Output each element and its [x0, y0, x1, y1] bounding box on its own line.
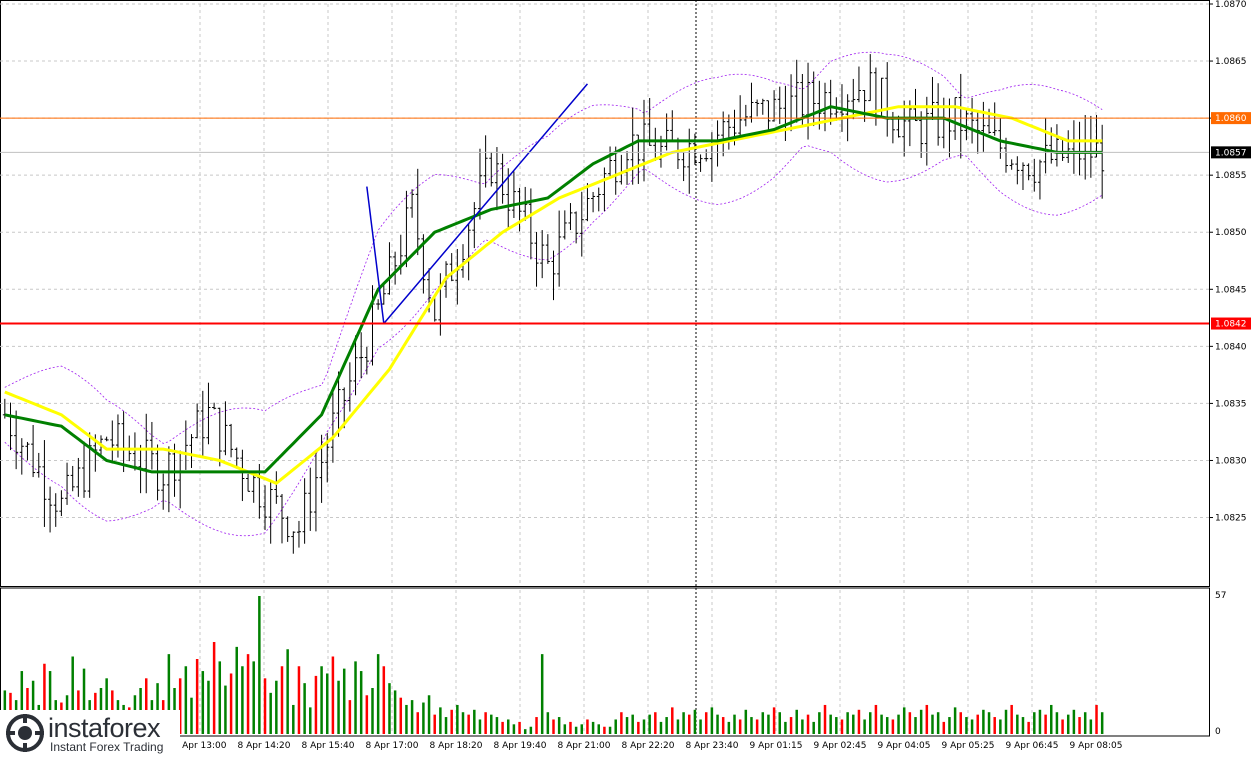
trendline — [383, 83, 589, 325]
time-tick-label: 8 Apr 13:00 — [174, 741, 227, 751]
time-tick-label: 9 Apr 05:25 — [942, 741, 995, 751]
time-tick-label: 9 Apr 01:15 — [750, 741, 803, 751]
price-tick-label: 1.0845 — [1215, 285, 1247, 295]
price-tick-label: 1.0835 — [1215, 399, 1247, 409]
bollinger-lower — [4, 145, 1103, 537]
price-tick-label: 1.0830 — [1215, 456, 1247, 466]
price-level-label: 1.0860 — [1215, 114, 1247, 124]
time-tick-label: 8 Apr 18:20 — [430, 741, 483, 751]
current-price-label: 1.0857 — [1215, 148, 1247, 158]
volume-pane-frame — [0, 587, 1210, 737]
price-tick-label: 1.0840 — [1215, 342, 1247, 352]
brand-name: instaforex — [48, 713, 161, 743]
time-tick-label: 9 Apr 02:45 — [814, 741, 867, 751]
price-level-label: 1.0842 — [1215, 320, 1247, 330]
time-tick-label: 9 Apr 08:05 — [1070, 741, 1123, 751]
volume-max-label: 57 — [1215, 591, 1226, 601]
time-tick-label: 8 Apr 21:00 — [558, 741, 611, 751]
price-chart: 1.0870 1.0865 1.0860 1.0855 1.0850 1.0845 1.08… — [0, 0, 1253, 757]
time-tick-label: 9 Apr 06:45 — [1006, 741, 1059, 751]
time-tick-label: 8 Apr 23:40 — [686, 741, 739, 751]
time-tick-label: 8 Apr 17:00 — [366, 741, 419, 751]
price-tick-label: 1.0850 — [1215, 228, 1247, 238]
time-tick-label: 9 Apr 04:05 — [878, 741, 931, 751]
brand-tagline: Instant Forex Trading — [50, 740, 164, 754]
chart-canvas: 1.0870 1.0865 1.0860 1.0855 1.0850 1.0845 1.08… — [0, 0, 1251, 751]
price-tick-label: 1.0865 — [1215, 57, 1247, 67]
price-tick-label: 1.0825 — [1215, 514, 1247, 524]
time-tick-label: 8 Apr 19:40 — [494, 741, 547, 751]
time-tick-label: 8 Apr 22:20 — [622, 741, 675, 751]
price-tick-label: 1.0855 — [1215, 171, 1247, 181]
instaforex-logo-icon — [6, 714, 44, 752]
price-tick-label: 1.0870 — [1215, 0, 1247, 10]
bollinger-upper — [4, 51, 1103, 444]
volume-min-label: 0 — [1215, 727, 1221, 737]
instaforex-logo: instaforex Instant Forex Trading — [0, 710, 180, 757]
price-pane-frame — [0, 0, 1210, 587]
time-tick-label: 8 Apr 15:40 — [302, 741, 355, 751]
trendline — [366, 186, 385, 324]
time-tick-label: 8 Apr 14:20 — [238, 741, 291, 751]
